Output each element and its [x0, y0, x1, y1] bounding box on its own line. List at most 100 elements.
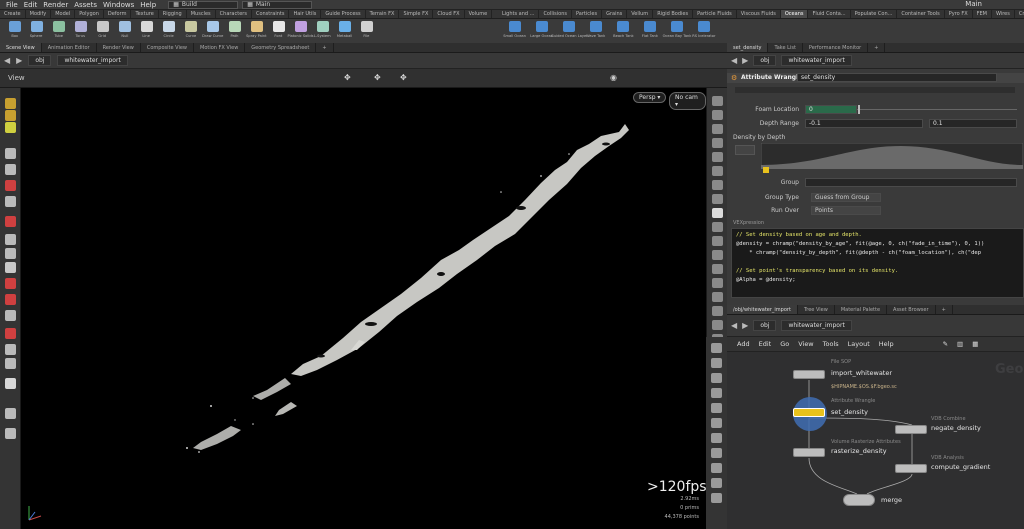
tool-null[interactable]: Null [114, 19, 135, 43]
pose-tool-icon[interactable]: ✥ [374, 73, 381, 82]
group-type-menu[interactable]: Guess from Group [811, 193, 881, 202]
tool-rs-icelerator[interactable]: RS Icelerator [691, 19, 717, 43]
node-negate-density[interactable] [895, 425, 927, 434]
pose-icon[interactable] [5, 248, 16, 259]
menu-file[interactable]: File [6, 1, 18, 9]
shelf-tab-wires[interactable]: Wires [992, 10, 1015, 18]
param-tab-take-list[interactable]: Take List [768, 43, 803, 52]
tool-guided-ocean-layer[interactable]: Guided Ocean Layer [551, 19, 587, 43]
uv-icon[interactable] [712, 292, 723, 302]
tool-metaball[interactable]: Metaball [334, 19, 355, 43]
display-icon[interactable] [711, 403, 722, 413]
shelf-tab-guide-process[interactable]: Guide Process [321, 10, 366, 18]
handle-tool-icon[interactable]: ✥ [344, 73, 351, 82]
forward-arrow-icon[interactable]: ▶ [16, 56, 22, 65]
shelf-tab-create[interactable]: Create [0, 10, 26, 18]
net-path-root[interactable]: obj [753, 320, 777, 331]
snap-tool-icon[interactable]: ✥ [400, 73, 407, 82]
net-menu-go[interactable]: Go [780, 340, 789, 348]
path-node[interactable]: whitewater_import [57, 55, 128, 66]
network-editor[interactable]: Geom File SOP import_whitewater $HIPNAME… [727, 352, 1024, 529]
shelf-tab-particle-fluids[interactable]: Particle Fluids [693, 10, 737, 18]
comment-icon[interactable] [711, 433, 722, 443]
tool-tube[interactable]: Tube [48, 19, 69, 43]
shelf-tab-modify[interactable]: Modify [26, 10, 52, 18]
handle-icon[interactable] [5, 110, 16, 121]
param-path-root[interactable]: obj [753, 55, 777, 66]
desktop-dropdown[interactable]: ▦ Main [242, 0, 313, 9]
net-menu-layout[interactable]: Layout [848, 340, 870, 348]
background-icon[interactable] [712, 180, 723, 190]
point-numbers-icon[interactable] [712, 264, 723, 274]
shelf-tab-collisions[interactable]: Collisions [539, 10, 572, 18]
foam-location-slider[interactable] [857, 109, 1017, 110]
shelf-tab-muscles[interactable]: Muscles [187, 10, 216, 18]
net-menu-help[interactable]: Help [879, 340, 894, 348]
wireframe-icon[interactable] [5, 428, 16, 439]
wireframe-icon[interactable] [712, 124, 723, 134]
shadow-icon[interactable] [712, 166, 723, 176]
pane-tab-motion-fx-view[interactable]: Motion FX View [194, 43, 246, 52]
lock-icon[interactable] [711, 388, 722, 398]
shelf-tab-fem[interactable]: FEM [973, 10, 992, 18]
node-name-field[interactable]: set_density [797, 73, 997, 82]
forward-arrow-icon[interactable]: ▶ [742, 321, 748, 330]
net-path-node[interactable]: whitewater_import [781, 320, 852, 331]
pointer-icon[interactable] [5, 148, 16, 159]
light-icon[interactable] [5, 344, 16, 355]
display-options-icon[interactable] [712, 96, 723, 106]
sticky-note-icon[interactable] [711, 463, 722, 473]
tool-grid[interactable]: Grid [92, 19, 113, 43]
node-compute-gradient[interactable] [895, 464, 927, 473]
ramp-key-selected[interactable] [763, 167, 769, 173]
normals-icon[interactable] [712, 222, 723, 232]
forward-arrow-icon[interactable]: ▶ [742, 56, 748, 65]
grid-icon[interactable] [712, 194, 723, 204]
param-tab-set-density[interactable]: set_density [727, 43, 769, 52]
add-tab-plus-icon[interactable]: + [936, 305, 953, 314]
persp-menu-button[interactable]: Persp ▾ [633, 92, 667, 103]
ghost-icon[interactable] [712, 138, 723, 148]
grid-icon[interactable] [5, 358, 16, 369]
net-menu-view[interactable]: View [798, 340, 813, 348]
scale-icon[interactable] [5, 196, 16, 207]
node-import-whitewater[interactable] [793, 370, 825, 379]
tool-line[interactable]: Line [136, 19, 157, 43]
render-icon[interactable] [5, 378, 16, 389]
add-tab-plus-icon[interactable]: + [868, 43, 886, 52]
tool-path[interactable]: Path [224, 19, 245, 43]
move-icon[interactable] [5, 164, 16, 175]
shelf-tab-viscous-fluids[interactable]: Viscous Fluids [737, 10, 781, 18]
pane-tab-animation-editor[interactable]: Animation Editor [42, 43, 97, 52]
net-menu-add[interactable]: Add [737, 340, 750, 348]
points-icon[interactable] [712, 236, 723, 246]
add-tab-plus-icon[interactable]: + [316, 43, 334, 52]
tool-l-system[interactable]: L-System [312, 19, 333, 43]
tool-platonic-solids[interactable]: Platonic Solids [287, 19, 314, 43]
tool-spray-paint[interactable]: Spray Paint [246, 19, 267, 43]
pane-tab-composite-view[interactable]: Composite View [141, 43, 194, 52]
snap-icon[interactable] [5, 216, 16, 227]
tool-draw-curve[interactable]: Draw Curve [202, 19, 223, 43]
3d-viewport[interactable]: Persp ▾ No cam ▾ >120fps 2.92ms 0 prims … [21, 88, 706, 529]
tool-box[interactable]: Box [4, 19, 25, 43]
foam-location-field[interactable]: 0 [805, 105, 857, 114]
viewport-menu-icon[interactable]: ◉ [610, 73, 617, 82]
slider-handle[interactable] [858, 105, 860, 114]
net-tab-material-palette[interactable]: Material Palette [835, 305, 888, 314]
tool-circle[interactable]: Circle [158, 19, 179, 43]
menu-windows[interactable]: Windows [103, 1, 134, 9]
template-icon[interactable] [711, 373, 722, 383]
net-tab-tree-view[interactable]: Tree View [798, 305, 835, 314]
shelf-tab-oceans[interactable]: Oceans [780, 10, 809, 18]
param-tab-performance-monitor[interactable]: Performance Monitor [803, 43, 869, 52]
layout-icon[interactable]: ▥ [957, 340, 963, 348]
shelf-tab-texture[interactable]: Texture [131, 10, 159, 18]
shelf-tab-container-tools[interactable]: Container Tools [897, 10, 945, 18]
ramp-add-icon[interactable] [735, 145, 755, 155]
net-tab-asset-browser[interactable]: Asset Browser [887, 305, 936, 314]
node-rasterize-density[interactable] [793, 448, 825, 457]
guide-icon[interactable] [712, 208, 723, 218]
align-icon[interactable] [5, 234, 16, 245]
tool-curve[interactable]: Curve [180, 19, 201, 43]
